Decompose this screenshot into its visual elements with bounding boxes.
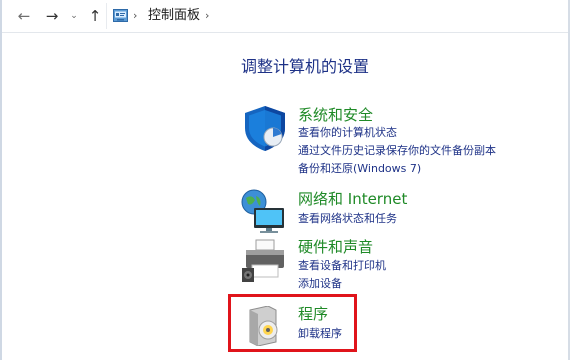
forward-arrow-icon: → (45, 7, 59, 25)
back-button[interactable]: ← (16, 6, 32, 26)
navigation-bar: ← → ⌄ ↑ › 控制面板 › (2, 0, 568, 32)
address-bar[interactable]: › 控制面板 › (106, 3, 538, 29)
back-arrow-icon: ← (17, 7, 31, 25)
shield-icon (245, 106, 285, 151)
category-hardware-sound-title[interactable]: 硬件和声音 (298, 237, 373, 257)
network-globe-icon (241, 189, 284, 233)
window-left-border (0, 0, 2, 360)
category-system-security-title[interactable]: 系统和安全 (298, 105, 373, 125)
forward-button[interactable]: → (44, 6, 60, 26)
link-view-network-status[interactable]: 查看网络状态和任务 (298, 211, 397, 227)
breadcrumb-separator[interactable]: › (133, 6, 137, 26)
category-network-internet-title[interactable]: 网络和 Internet (298, 189, 407, 209)
breadcrumb-separator-end[interactable]: › (205, 6, 209, 26)
programs-highlight-box (228, 294, 357, 352)
link-devices-printers[interactable]: 查看设备和打印机 (298, 258, 386, 274)
control-panel-icon (113, 9, 128, 22)
page-title: 调整计算机的设置 (241, 57, 370, 76)
up-button[interactable]: ↑ (88, 6, 102, 26)
link-file-history-backup[interactable]: 通过文件历史记录保存你的文件备份副本 (298, 143, 496, 159)
breadcrumb-control-panel[interactable]: 控制面板 (148, 6, 200, 26)
chevron-down-icon: ⌄ (70, 11, 78, 21)
recent-locations-button[interactable]: ⌄ (69, 6, 79, 26)
link-add-device[interactable]: 添加设备 (298, 276, 342, 292)
link-backup-restore[interactable]: 备份和还原(Windows 7) (298, 161, 421, 177)
link-view-computer-status[interactable]: 查看你的计算机状态 (298, 125, 397, 141)
navbar-divider (2, 32, 568, 33)
printer-speaker-icon (242, 239, 284, 282)
up-arrow-icon: ↑ (88, 7, 102, 25)
